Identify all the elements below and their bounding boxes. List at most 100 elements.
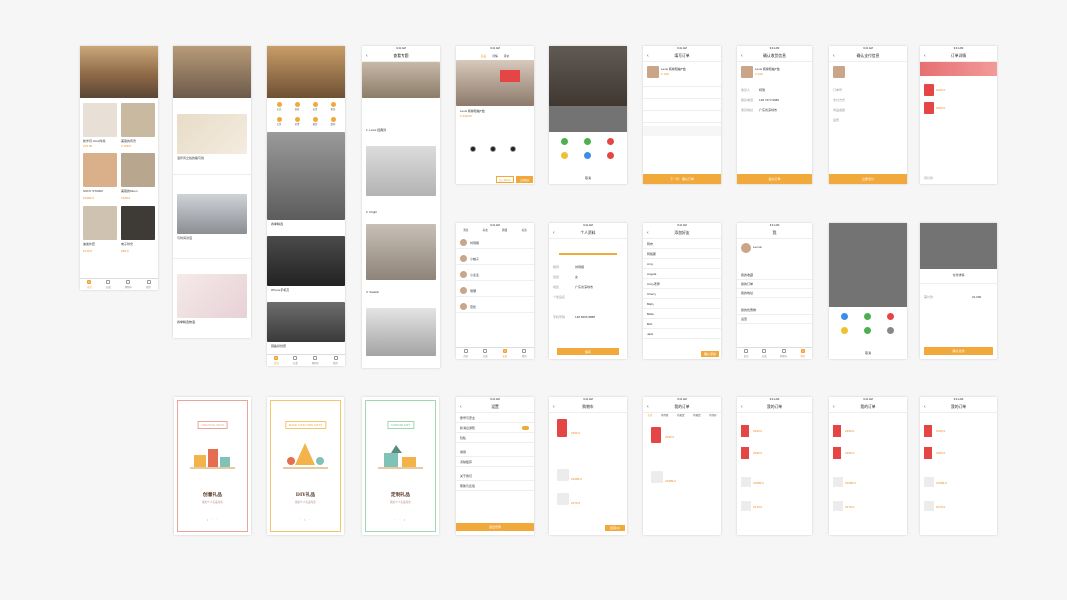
tab-cart[interactable]: 购物车 xyxy=(125,280,132,289)
contact-row[interactable]: 刘玥楠 xyxy=(456,237,534,249)
post-image[interactable] xyxy=(267,236,345,286)
overlay-dim[interactable] xyxy=(549,46,627,132)
tab-me[interactable]: 我的 xyxy=(522,349,527,358)
tab-home[interactable]: 首页 xyxy=(744,349,748,358)
category-item[interactable]: 美食 xyxy=(289,117,305,130)
settings-item[interactable]: 通用 xyxy=(456,447,534,457)
note-field[interactable] xyxy=(643,126,721,136)
save-button[interactable]: 保存 xyxy=(557,348,619,355)
product-image[interactable] xyxy=(83,103,117,137)
product-image[interactable] xyxy=(456,60,534,106)
qq-icon[interactable] xyxy=(584,152,591,159)
confirm-add-button[interactable]: 确认添加 xyxy=(701,351,719,357)
tab-category[interactable]: 分类 xyxy=(483,349,488,358)
tab-category[interactable]: 分类 xyxy=(762,349,767,358)
menu-item[interactable]: 我的订单 xyxy=(737,280,812,289)
back-icon[interactable]: ‹ xyxy=(833,53,835,59)
menu-item[interactable]: 我的地址 xyxy=(737,289,812,298)
product-image[interactable] xyxy=(83,153,117,187)
avatar[interactable] xyxy=(741,243,751,253)
article-image[interactable] xyxy=(366,308,436,356)
field-value[interactable]: 138 7274 9080 xyxy=(759,98,779,102)
category-item[interactable]: 创意 xyxy=(289,102,305,115)
weibo-icon[interactable] xyxy=(887,313,894,320)
product-thumb[interactable] xyxy=(924,477,934,487)
menu-item[interactable]: 设置 xyxy=(737,315,812,324)
settings-item[interactable]: 账号与安全 xyxy=(456,413,534,423)
contact-row[interactable]: 小柚子 xyxy=(456,253,534,265)
tab-follow[interactable]: 关注 xyxy=(522,228,527,236)
friend-row[interactable]: 阿格斯 xyxy=(643,249,721,259)
friend-row[interactable]: Anny老师 xyxy=(643,279,721,289)
settings-item[interactable]: 帮助与反馈 xyxy=(456,481,534,491)
category-item[interactable]: 家居 xyxy=(325,102,341,115)
post-image[interactable] xyxy=(177,194,247,234)
category-item[interactable]: 玩具 xyxy=(307,102,323,115)
overlay-dim[interactable] xyxy=(920,223,997,269)
contact-row[interactable]: 雷凯 xyxy=(456,301,534,313)
back-icon[interactable]: ‹ xyxy=(741,404,743,410)
product-thumb[interactable] xyxy=(651,427,661,443)
link-icon[interactable] xyxy=(607,152,614,159)
submit-order-button[interactable]: 提交订单 xyxy=(737,174,812,184)
friend-row[interactable]: Cherry xyxy=(643,289,721,299)
post-image[interactable] xyxy=(267,132,345,220)
star-icon[interactable] xyxy=(561,152,568,159)
friend-row[interactable]: 阿布 xyxy=(643,239,721,249)
region-field[interactable]: 广东省深圳市 xyxy=(575,285,593,289)
friend-row[interactable]: Bella xyxy=(643,309,721,319)
checkout-button[interactable]: 结算(3) xyxy=(605,525,625,531)
back-icon[interactable]: ‹ xyxy=(741,53,743,59)
tab-goods[interactable]: 商品 xyxy=(481,54,487,58)
product-thumb[interactable] xyxy=(557,419,567,437)
tab-discover[interactable]: 发现 xyxy=(502,349,507,358)
tab-messages[interactable]: 消息 xyxy=(463,228,468,236)
field-value[interactable]: 柯瑞 xyxy=(759,88,765,92)
product-thumb[interactable] xyxy=(924,501,934,511)
nickname-field[interactable]: 刘玥楠 xyxy=(575,265,584,269)
back-icon[interactable]: ‹ xyxy=(647,230,649,236)
link-icon[interactable] xyxy=(887,327,894,334)
product-image[interactable] xyxy=(121,153,155,187)
star-icon[interactable] xyxy=(841,327,848,334)
tab-review[interactable]: 待评价 xyxy=(709,413,716,419)
tab-home[interactable]: 首页 xyxy=(274,356,279,365)
watch-thumb[interactable] xyxy=(470,146,476,152)
article-image[interactable] xyxy=(366,146,436,196)
hero-banner[interactable] xyxy=(267,46,345,98)
add-to-cart-button[interactable]: 加入购物车 xyxy=(496,176,514,183)
tab-category[interactable]: 分类 xyxy=(293,356,298,365)
weibo-icon[interactable] xyxy=(607,138,614,145)
tab-category[interactable]: 分类 xyxy=(106,280,111,289)
tab-groups[interactable]: 群组 xyxy=(502,228,507,236)
tab-review[interactable]: 评价 xyxy=(504,54,510,58)
settings-item[interactable]: 清除缓存 xyxy=(456,457,534,467)
tab-unshipped[interactable]: 待发货 xyxy=(677,413,684,419)
tab-unreceived[interactable]: 待收货 xyxy=(693,413,700,419)
back-icon[interactable]: ‹ xyxy=(553,404,555,410)
back-icon[interactable]: ‹ xyxy=(647,53,649,59)
contact-row[interactable]: 小麦麦 xyxy=(456,269,534,281)
confirm-pay-button[interactable]: 确认付款 xyxy=(924,347,993,355)
product-image[interactable] xyxy=(83,206,117,240)
settings-item[interactable]: 关于我们 xyxy=(456,471,534,481)
watch-thumb[interactable] xyxy=(510,146,516,152)
cancel-button[interactable]: 取消 xyxy=(829,351,907,355)
hero-banner[interactable] xyxy=(80,46,158,98)
gender-field[interactable]: 女 xyxy=(575,275,578,279)
tab-detail[interactable]: 详情 xyxy=(492,54,498,58)
back-icon[interactable]: ‹ xyxy=(460,404,462,410)
tab-unpaid[interactable]: 待付款 xyxy=(661,413,668,419)
settings-item[interactable]: 隐私 xyxy=(456,433,534,443)
friend-row[interactable]: Amy xyxy=(643,259,721,269)
product-thumb[interactable] xyxy=(741,501,751,511)
friend-row[interactable]: Baby xyxy=(643,299,721,309)
tab-me[interactable]: 我的 xyxy=(800,349,805,358)
wechat-icon[interactable] xyxy=(584,138,591,145)
tab-me[interactable]: 我的 xyxy=(146,280,151,289)
tab-all[interactable]: 全部 xyxy=(647,413,652,419)
overlay-dim[interactable] xyxy=(829,223,907,307)
product-thumb[interactable] xyxy=(833,447,841,459)
product-thumb[interactable] xyxy=(833,477,843,487)
notification-toggle[interactable] xyxy=(522,426,529,430)
